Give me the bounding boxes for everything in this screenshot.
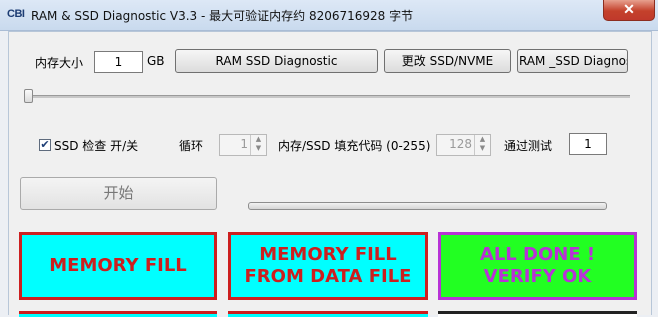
status-box-partial [19, 311, 217, 317]
status-box-memory-fill-data-file: MEMORY FILL FROM DATA FILE [228, 232, 428, 300]
close-button[interactable]: ✕ [603, 0, 655, 21]
window-title: RAM & SSD Diagnostic V3.3 - 最大可验证内存约 820… [31, 9, 414, 23]
app-icon: CBI [7, 8, 25, 20]
loop-value: 1 [240, 137, 248, 151]
fill-code-spinner[interactable]: 128 ▲ ▼ [436, 134, 491, 156]
status-line2: FROM DATA FILE [244, 266, 412, 287]
memory-slider-track[interactable] [24, 95, 630, 98]
fill-code-value: 128 [449, 137, 472, 151]
progress-bar [248, 202, 607, 210]
status-line1: ALL DONE ! [479, 244, 596, 265]
spinner-arrows-icon[interactable]: ▲ ▼ [250, 135, 266, 155]
memory-unit-label: GB [147, 54, 165, 68]
fill-code-label: 内存/SSD 填充代码 (0-255) [278, 139, 431, 153]
pass-test-label: 通过测试 [504, 139, 553, 153]
title-bar[interactable]: CBI RAM & SSD Diagnostic V3.3 - 最大可验证内存约… [0, 0, 658, 31]
status-line1: MEMORY FILL [259, 244, 397, 265]
loop-spinner[interactable]: 1 ▲ ▼ [219, 134, 267, 156]
ram-ssd-diagnostic-button[interactable]: RAM SSD Diagnostic [175, 49, 378, 73]
status-box-partial [438, 311, 637, 317]
spinner-arrows-icon[interactable]: ▲ ▼ [474, 135, 490, 155]
close-icon: ✕ [623, 1, 635, 17]
loop-label: 循环 [179, 139, 204, 153]
memory-slider-thumb[interactable] [24, 89, 33, 103]
checkmark-icon: ✔ [40, 138, 50, 151]
status-line1: MEMORY FILL [49, 255, 187, 276]
memory-size-input[interactable]: 1 [94, 51, 143, 73]
status-box-partial [228, 311, 428, 317]
status-box-all-done: ALL DONE ! VERIFY OK [438, 232, 637, 300]
ssd-check-checkbox[interactable]: ✔ [39, 139, 51, 151]
start-button[interactable]: 开始 [20, 177, 217, 210]
status-box-memory-fill: MEMORY FILL [19, 232, 217, 300]
pass-test-input[interactable]: 1 [569, 133, 607, 155]
status-line2: VERIFY OK [483, 266, 592, 287]
memory-size-label: 内存大小 [35, 56, 84, 70]
secondary-diagnostic-button[interactable]: RAM _SSD Diagnostic [517, 49, 628, 73]
main-panel: 内存大小 1 GB RAM SSD Diagnostic 更改 SSD/NVME… [8, 31, 652, 317]
ssd-check-label: SSD 检查 开/关 [54, 139, 139, 153]
change-ssd-button[interactable]: 更改 SSD/NVME [384, 49, 511, 73]
